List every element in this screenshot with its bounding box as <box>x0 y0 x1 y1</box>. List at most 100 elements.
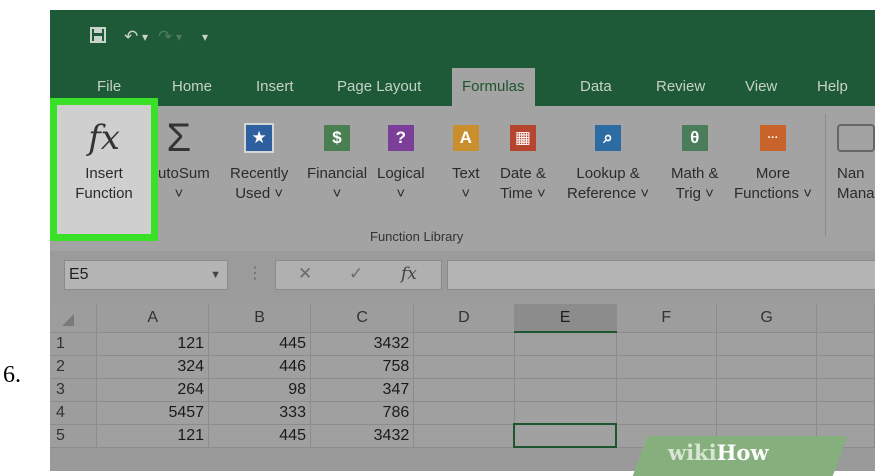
tab-review[interactable]: Review <box>656 68 705 106</box>
cell-b2[interactable]: 446 <box>208 355 311 379</box>
cell-h3[interactable] <box>816 378 875 402</box>
save-icon[interactable] <box>90 27 106 48</box>
text-chevron: ˅ <box>461 185 471 202</box>
financial-button[interactable]: $ Financial ˅ <box>307 112 367 204</box>
cell-c1[interactable]: 3432 <box>310 332 415 356</box>
cell-h4[interactable] <box>816 401 875 425</box>
cell-f1[interactable] <box>616 332 717 356</box>
cell-a1[interactable]: 121 <box>96 332 210 356</box>
tab-help[interactable]: Help <box>817 68 848 106</box>
calendar-icon: ▦ <box>509 125 536 151</box>
row-header[interactable]: 5 <box>50 424 98 448</box>
more-functions-icon: ··· <box>759 125 786 151</box>
cell-a3[interactable]: 264 <box>96 378 210 402</box>
cell-g4[interactable] <box>716 401 818 425</box>
tab-view[interactable]: View <box>745 68 777 106</box>
recently-used-chevron: Used ˅ <box>235 185 284 202</box>
row-header[interactable]: 1 <box>50 332 98 356</box>
cell-c3[interactable]: 347 <box>310 378 415 402</box>
cell-b3[interactable]: 98 <box>208 378 311 402</box>
tab-home[interactable]: Home <box>172 68 212 106</box>
column-header-c[interactable]: C <box>310 304 415 333</box>
resize-handle-icon[interactable]: ⋮ <box>247 263 263 283</box>
column-header-e[interactable]: E <box>514 304 617 333</box>
cell-b1[interactable]: 445 <box>208 332 311 356</box>
cell-e3[interactable] <box>514 378 617 402</box>
column-header-b[interactable]: B <box>208 304 311 333</box>
cell-f3[interactable] <box>616 378 717 402</box>
row-header[interactable]: 4 <box>50 401 98 425</box>
column-header-d[interactable]: D <box>413 304 515 333</box>
cell-g2[interactable] <box>716 355 818 379</box>
recently-used-button[interactable]: ★ Recently Used ˅ <box>230 112 288 204</box>
cancel-icon[interactable]: ✕ <box>298 264 312 284</box>
date-time-button[interactable]: ▦ Date & Time ˅ <box>500 112 546 204</box>
cell-e1[interactable] <box>514 332 617 356</box>
insert-function-button[interactable]: fx Insert Function <box>59 112 149 204</box>
more-functions-button[interactable]: ··· More Functions ˅ <box>734 112 812 204</box>
name-box[interactable]: E5 ▼ <box>64 260 228 290</box>
redo-icon[interactable]: ↷ <box>158 27 172 47</box>
insert-function-label-2: Function <box>75 185 133 202</box>
cell-d4[interactable] <box>413 401 515 425</box>
cell-e2[interactable] <box>514 355 617 379</box>
customize-qat-icon[interactable]: ▾ <box>202 30 208 44</box>
cell-h1[interactable] <box>816 332 875 356</box>
chevron-down-icon[interactable]: ▼ <box>210 261 221 289</box>
cell-f2[interactable] <box>616 355 717 379</box>
cell-h2[interactable] <box>816 355 875 379</box>
magnifier-icon: ⌕ <box>595 125 622 151</box>
tab-insert[interactable]: Insert <box>256 68 294 106</box>
tab-page-layout[interactable]: Page Layout <box>337 68 421 106</box>
name-manager-button[interactable]: Nan Mana <box>837 112 875 204</box>
undo-dropdown-icon[interactable]: ▾ <box>142 30 148 44</box>
cell-e4[interactable] <box>514 401 617 425</box>
name-manager-label-2: Mana <box>837 185 875 202</box>
formula-input[interactable] <box>447 260 875 290</box>
column-header-h[interactable] <box>816 304 875 333</box>
cell-d1[interactable] <box>413 332 515 356</box>
cell-a4[interactable]: 5457 <box>96 401 210 425</box>
name-box-value: E5 <box>69 266 89 283</box>
select-all-corner[interactable] <box>50 304 98 333</box>
math-trig-chevron: Trig ˅ <box>675 185 714 202</box>
cell-a5[interactable]: 121 <box>96 424 210 448</box>
column-header-g[interactable]: G <box>716 304 818 333</box>
cell-e5-selected[interactable] <box>513 423 618 448</box>
cell-b4[interactable]: 333 <box>208 401 311 425</box>
tab-data[interactable]: Data <box>580 68 612 106</box>
cell-a2[interactable]: 324 <box>96 355 210 379</box>
row-header[interactable]: 2 <box>50 355 98 379</box>
ribbon: Σ AutoSum ˅ ★ Recently Used ˅ $ Financia… <box>50 106 875 252</box>
cell-c5[interactable]: 3432 <box>310 424 415 448</box>
cell-f4[interactable] <box>616 401 717 425</box>
cell-d3[interactable] <box>413 378 515 402</box>
cell-c4[interactable]: 786 <box>310 401 415 425</box>
table-row: 3 264 98 347 <box>50 378 875 402</box>
cell-d2[interactable] <box>413 355 515 379</box>
undo-icon[interactable]: ↶ <box>124 27 138 47</box>
redo-dropdown-icon[interactable]: ▾ <box>176 30 182 44</box>
table-row: 1 121 445 3432 <box>50 332 875 356</box>
title-bar: ↶ ▾ ↷ ▾ ▾ <box>50 10 875 68</box>
row-header[interactable]: 3 <box>50 378 98 402</box>
logical-button[interactable]: ? Logical ˅ <box>377 112 425 204</box>
column-header-f[interactable]: F <box>616 304 717 333</box>
tab-formulas[interactable]: Formulas <box>452 68 535 106</box>
cell-b5[interactable]: 445 <box>208 424 311 448</box>
text-button[interactable]: A Text ˅ <box>452 112 480 204</box>
cell-d5[interactable] <box>413 424 515 448</box>
lookup-reference-button[interactable]: ⌕ Lookup & Reference ˅ <box>567 112 649 204</box>
date-time-chevron: Time ˅ <box>500 185 546 202</box>
cell-c2[interactable]: 758 <box>310 355 415 379</box>
cell-g1[interactable] <box>716 332 818 356</box>
cell-g3[interactable] <box>716 378 818 402</box>
lookup-label: Lookup & <box>576 165 640 182</box>
column-header-a[interactable]: A <box>96 304 210 333</box>
fx-icon[interactable]: fx <box>401 264 417 284</box>
enter-icon[interactable]: ✓ <box>349 264 363 284</box>
text-icon: A <box>452 125 479 151</box>
name-manager-icon <box>837 124 875 152</box>
wikihow-logo: wikiHow <box>668 440 769 465</box>
math-trig-button[interactable]: θ Math & Trig ˅ <box>671 112 719 204</box>
